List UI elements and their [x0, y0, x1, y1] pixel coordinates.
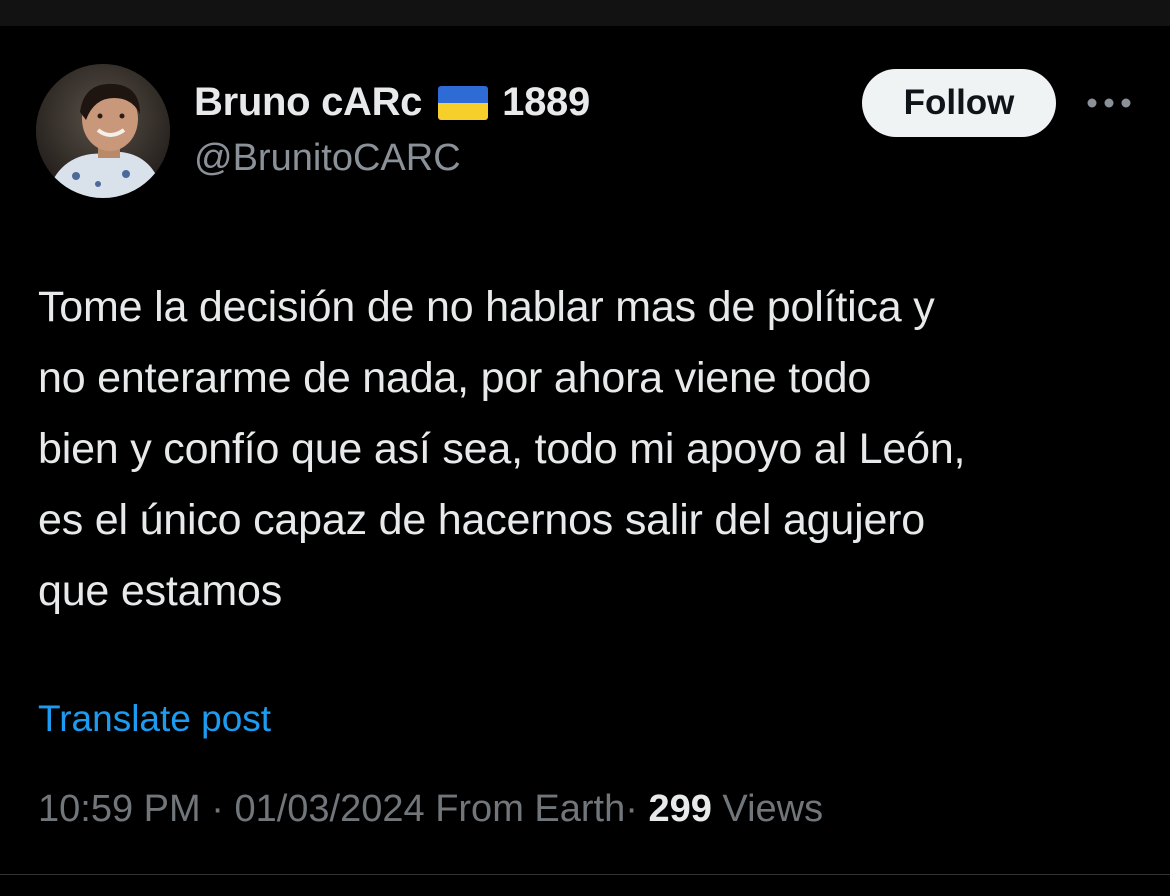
post-source: From Earth [435, 788, 626, 830]
post-meta: 10:59 PM · 01/03/2024 From Earth· 299 Vi… [38, 788, 823, 831]
top-strip [0, 0, 1170, 26]
author-name-text: Bruno cARc [194, 80, 423, 124]
more-options-button[interactable] [1082, 84, 1136, 122]
meta-separator: · [211, 788, 224, 830]
views-count[interactable]: 299 [648, 788, 711, 830]
translate-post-link[interactable]: Translate post [38, 698, 271, 740]
more-dots-icon [1087, 98, 1131, 108]
author-handle[interactable]: @BrunitoCARC [194, 137, 461, 180]
meta-separator-2: · [625, 788, 638, 830]
profile-photo [36, 64, 170, 198]
post-date[interactable]: 01/03/2024 [234, 788, 424, 830]
post-time[interactable]: 10:59 PM [38, 788, 201, 830]
post-text: Tome la decisión de no hablar mas de pol… [38, 283, 966, 615]
divider [0, 874, 1170, 875]
follow-button[interactable]: Follow [862, 69, 1056, 137]
views-label[interactable]: Views [722, 788, 823, 830]
author-name-suffix: 1889 [502, 80, 590, 124]
author-display-name[interactable]: Bruno cARc 1889 [194, 80, 590, 125]
ukraine-flag-icon [438, 85, 489, 120]
avatar[interactable] [36, 64, 170, 198]
